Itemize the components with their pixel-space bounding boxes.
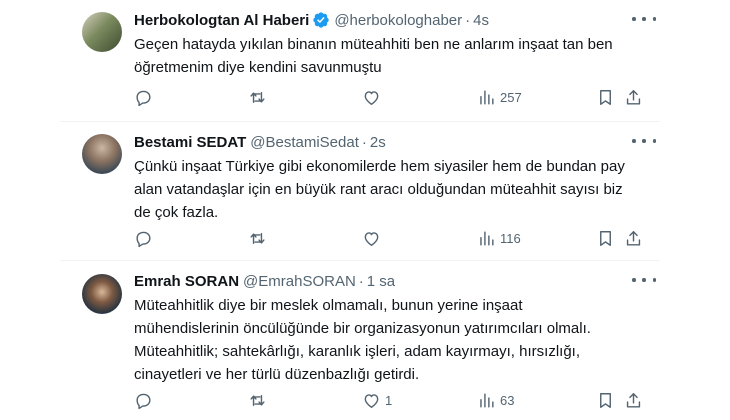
bookmark-icon bbox=[600, 230, 611, 246]
tweet-header: Bestami SEDAT @BestamiSedat · 2s bbox=[134, 132, 660, 152]
views-button[interactable]: 116 bbox=[477, 228, 521, 248]
view-count: 63 bbox=[500, 392, 515, 408]
display-name[interactable]: Herbokologtan Al Haberi bbox=[134, 12, 309, 29]
views-button[interactable]: 63 bbox=[477, 390, 514, 410]
timestamp[interactable]: 4s bbox=[473, 12, 489, 29]
reply-button[interactable] bbox=[134, 87, 157, 107]
bookmark-button[interactable] bbox=[596, 87, 615, 107]
display-name[interactable]: Bestami SEDAT bbox=[134, 134, 246, 151]
like-icon bbox=[364, 90, 379, 105]
reply-button[interactable] bbox=[134, 228, 157, 248]
share-icon bbox=[626, 89, 641, 105]
bookmark-button[interactable] bbox=[596, 390, 615, 410]
view-count: 116 bbox=[500, 230, 521, 246]
bookmark-button[interactable] bbox=[596, 228, 615, 248]
retweet-icon bbox=[250, 232, 265, 244]
share-button[interactable] bbox=[624, 228, 643, 248]
user-handle[interactable]: @EmrahSORAN bbox=[243, 273, 356, 290]
more-icon[interactable] bbox=[632, 134, 656, 148]
timeline: Herbokologtan Al Haberi @herbokologhaber… bbox=[0, 0, 730, 420]
more-icon[interactable] bbox=[632, 273, 656, 287]
avatar[interactable] bbox=[82, 274, 122, 314]
tweet[interactable]: Herbokologtan Al Haberi @herbokologhaber… bbox=[60, 0, 660, 122]
retweet-icon bbox=[250, 91, 265, 103]
tweet-text: Geçen hatayda yıkılan binanın müteahhiti… bbox=[134, 36, 613, 76]
tweet-text: Çünkü inşaat Türkiye gibi ekonomilerde h… bbox=[134, 158, 625, 221]
bookmark-icon bbox=[600, 392, 611, 408]
separator-dot: · bbox=[358, 272, 364, 290]
tweet-header-row: Emrah SORAN @EmrahSORAN · 1 sa bbox=[134, 271, 660, 291]
views-button[interactable]: 257 bbox=[477, 87, 522, 107]
tweet-header-row: Herbokologtan Al Haberi @herbokologhaber… bbox=[134, 10, 660, 30]
like-icon bbox=[364, 393, 379, 408]
tweet[interactable]: Emrah SORAN @EmrahSORAN · 1 sa Müteahhit… bbox=[60, 261, 660, 420]
views-icon bbox=[480, 89, 494, 105]
bookmark-icon bbox=[600, 89, 611, 105]
share-button[interactable] bbox=[624, 390, 643, 410]
retweet-button[interactable] bbox=[248, 87, 271, 107]
avatar[interactable] bbox=[82, 12, 122, 52]
like-count: 1 bbox=[385, 392, 393, 408]
views-icon bbox=[480, 230, 494, 246]
verified-icon bbox=[313, 12, 329, 28]
separator-dot: · bbox=[465, 11, 471, 29]
user-handle[interactable]: @herbokologhaber bbox=[334, 12, 462, 29]
timestamp[interactable]: 2s bbox=[370, 134, 386, 151]
reply-icon bbox=[136, 90, 151, 106]
tweet-header: Herbokologtan Al Haberi @herbokologhaber… bbox=[134, 10, 660, 30]
tweet-actions: 116 bbox=[134, 228, 660, 248]
display-name[interactable]: Emrah SORAN bbox=[134, 273, 239, 290]
timestamp[interactable]: 1 sa bbox=[367, 273, 395, 290]
share-icon bbox=[626, 230, 641, 246]
tweet-text: Müteahhitlik diye bir meslek olmamalı, b… bbox=[134, 297, 591, 383]
tweet-header-row: Bestami SEDAT @BestamiSedat · 2s bbox=[134, 132, 660, 152]
retweet-button[interactable] bbox=[248, 390, 271, 410]
reply-icon bbox=[136, 231, 151, 247]
view-count: 257 bbox=[500, 89, 522, 105]
retweet-button[interactable] bbox=[248, 228, 271, 248]
like-button[interactable] bbox=[362, 87, 385, 107]
views-icon bbox=[480, 392, 494, 408]
tweet-actions: 257 bbox=[134, 87, 660, 107]
share-button[interactable] bbox=[624, 87, 643, 107]
reply-icon bbox=[136, 393, 151, 409]
tweet-header: Emrah SORAN @EmrahSORAN · 1 sa bbox=[134, 271, 660, 291]
more-icon[interactable] bbox=[632, 12, 656, 26]
tweet-actions: 1 63 bbox=[134, 390, 660, 410]
tweet[interactable]: Bestami SEDAT @BestamiSedat · 2s Çünkü i… bbox=[60, 122, 660, 261]
like-icon bbox=[364, 231, 379, 246]
retweet-icon bbox=[250, 394, 265, 406]
like-button[interactable]: 1 bbox=[362, 390, 392, 410]
share-icon bbox=[626, 392, 641, 408]
reply-button[interactable] bbox=[134, 390, 157, 410]
avatar[interactable] bbox=[82, 134, 122, 174]
separator-dot: · bbox=[361, 133, 367, 151]
user-handle[interactable]: @BestamiSedat bbox=[250, 134, 359, 151]
like-button[interactable] bbox=[362, 228, 385, 248]
